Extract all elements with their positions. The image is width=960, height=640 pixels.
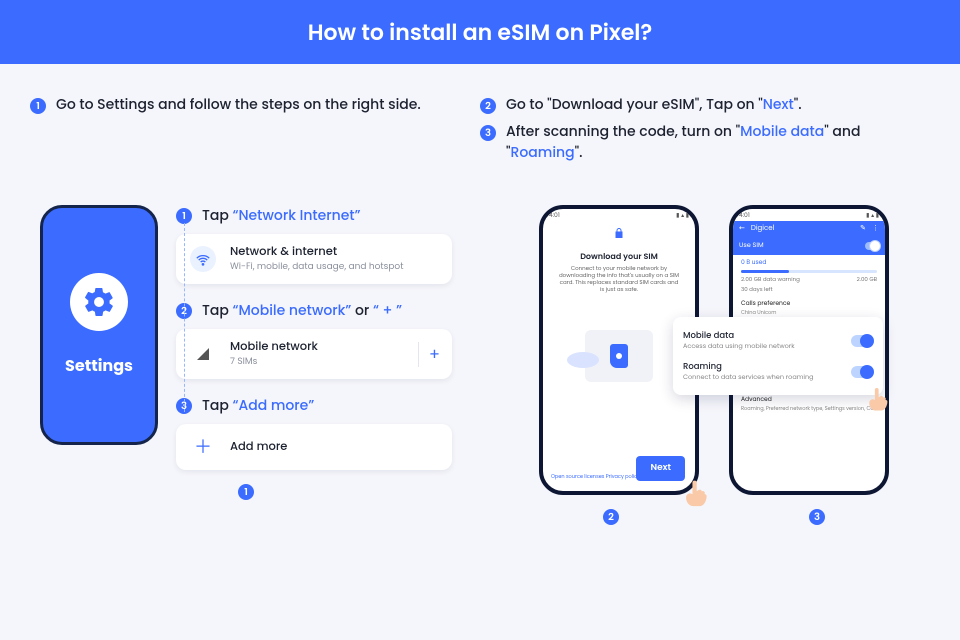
intro-step-3: 3 After scanning the code, turn on "Mobi…	[480, 121, 930, 163]
tile-network-title: Network & internet	[230, 244, 438, 261]
mobile-data-toggle[interactable]	[851, 335, 873, 347]
tile-add-more[interactable]: ＋ Add more	[176, 424, 452, 470]
roaming-label: Roaming	[683, 360, 814, 373]
panel1-steps: 1 Tap “Network Internet” Network & inter…	[176, 205, 452, 470]
panel1-bullet-3: 3	[176, 398, 192, 414]
intro-step-2: 2 Go to "Download your eSIM", Tap on "Ne…	[480, 94, 930, 115]
intro-step-1-text: Go to Settings and follow the steps on t…	[56, 94, 421, 115]
bullet-2: 2	[480, 98, 496, 114]
phone-settings-label: Settings	[65, 353, 133, 378]
page-title: How to install an eSIM on Pixel?	[308, 16, 653, 49]
tile-network-internet[interactable]: Network & internet Wi-Fi, mobile, data u…	[176, 234, 452, 284]
panels-row: Settings 1 Tap “Network Internet”	[0, 185, 960, 561]
intro-step-1: 1 Go to Settings and follow the steps on…	[30, 94, 440, 115]
use-sim-toggle[interactable]	[865, 242, 879, 250]
link-mobile-data: Mobile data	[740, 121, 824, 141]
finger-tap-icon	[863, 383, 893, 413]
carrier-name: Digicel	[751, 224, 774, 234]
panel-download-activate: 4:01 ▮ ▴ ▮ Download your SIM Connect to …	[490, 185, 938, 539]
panel2-footer-bullet-2: 2	[603, 509, 619, 525]
data-warn: 2.00 GB data warning	[741, 275, 800, 284]
status-icons: ▮ ▴ ▮	[676, 212, 689, 221]
mobile-data-row[interactable]: Mobile data Access data using mobile net…	[683, 325, 873, 356]
panel-settings-steps: Settings 1 Tap “Network Internet”	[22, 185, 470, 539]
intro-step-2-text: Go to "Download your eSIM", Tap on "Next…	[506, 94, 802, 115]
status-icons-3: ▮ ▴ ▮	[866, 212, 879, 221]
data-bar	[741, 270, 877, 273]
phone-settings: Settings	[40, 205, 158, 445]
intro-row: 1 Go to Settings and follow the steps on…	[0, 64, 960, 185]
roaming-row[interactable]: Roaming Connect to data services when ro…	[683, 356, 873, 387]
plus-icon: ＋	[190, 434, 216, 460]
panel2-footer-bullet-3: 3	[809, 509, 825, 525]
lock-icon	[543, 227, 695, 245]
link-roaming: Roaming	[511, 142, 575, 162]
tile-mobile-sub: 7 SIMs	[230, 356, 404, 369]
tile-add-title: Add more	[230, 439, 438, 456]
tile-network-subtitle: Wi-Fi, mobile, data usage, and hotspot	[230, 261, 438, 274]
signal-icon	[190, 341, 216, 367]
edit-icon[interactable]: ✎	[860, 224, 866, 234]
more-icon[interactable]: ⋮	[872, 224, 879, 234]
status-time-3: 4:01	[739, 212, 750, 221]
link-next: Next	[763, 94, 794, 114]
use-sim-label: Use SIM	[739, 241, 764, 251]
panel1-step-1-text: Tap “Network Internet”	[202, 205, 360, 226]
data-days: 30 days left	[741, 285, 773, 294]
back-icon[interactable]: ←	[739, 224, 745, 234]
download-sub: Connect to your mobile network by downlo…	[543, 263, 695, 294]
status-time: 4:01	[549, 212, 560, 221]
panel1-footer-bullet: 1	[238, 484, 254, 500]
bullet-1: 1	[30, 98, 46, 114]
sim-card-icon	[585, 330, 653, 382]
download-title: Download your SIM	[543, 251, 695, 263]
panel1-step-3: 3 Tap “Add more” ＋ Add more	[176, 395, 452, 470]
bullet-3: 3	[480, 125, 496, 141]
data-cap: 2.00 GB	[857, 275, 877, 284]
mobile-data-label: Mobile data	[683, 329, 795, 342]
wifi-icon	[190, 246, 216, 272]
roaming-toggle[interactable]	[851, 366, 873, 378]
plus-icon[interactable]: +	[418, 342, 438, 367]
tile-mobile-title: Mobile network	[230, 339, 404, 356]
gear-icon	[70, 273, 128, 331]
roaming-sub: Connect to data services when roaming	[683, 373, 814, 383]
data-used: 0 B used	[741, 259, 877, 268]
toggle-overlay: Mobile data Access data using mobile net…	[673, 317, 883, 395]
title-bar: How to install an eSIM on Pixel?	[0, 0, 960, 64]
finger-tap-icon	[679, 475, 713, 509]
panel1-step-1: 1 Tap “Network Internet” Network & inter…	[176, 205, 452, 284]
panel1-bullet-2: 2	[176, 303, 192, 319]
panel1-step-3-text: Tap “Add more”	[202, 395, 314, 416]
mobile-data-sub: Access data using mobile network	[683, 342, 795, 352]
next-button[interactable]: Next	[636, 456, 685, 481]
panel1-step-2: 2 Tap “Mobile network” or “ + ” Mobile n…	[176, 300, 452, 379]
tile-mobile-network[interactable]: Mobile network 7 SIMs +	[176, 329, 452, 379]
legal-links: Open source licenses Privacy polic	[551, 473, 637, 481]
panel1-step-2-text: Tap “Mobile network” or “ + ”	[202, 300, 402, 321]
panel1-bullet-1: 1	[176, 208, 192, 224]
intro-step-3-text: After scanning the code, turn on "Mobile…	[506, 121, 930, 163]
